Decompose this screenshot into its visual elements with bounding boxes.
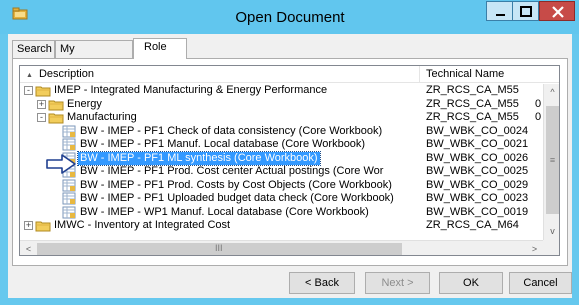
tab-role[interactable]: Role: [133, 38, 187, 59]
horizontal-scrollbar[interactable]: < III >: [20, 240, 543, 255]
minimize-button[interactable]: [486, 1, 513, 21]
row-technical-name: ZR_RCS_CA_M55: [426, 97, 519, 110]
folder-icon: [48, 100, 64, 110]
expand-node-icon[interactable]: +: [37, 99, 46, 109]
sort-ascending-icon: ▲: [26, 72, 33, 79]
dialog-body: Search My Documents Role ▲ Description Te…: [8, 34, 572, 298]
scroll-up-arrow[interactable]: ^: [544, 84, 559, 101]
cancel-button[interactable]: Cancel: [509, 272, 572, 294]
collapse-node-icon[interactable]: -: [24, 86, 33, 95]
tree-row[interactable]: BW - IMEP - PF1 Check of data consistenc…: [20, 125, 543, 138]
row-technical-name: BW_WBK_CO_0024: [426, 124, 529, 137]
row-description: BW - IMEP - PF1 Prod. Costs by Cost Obje…: [80, 178, 392, 191]
scrollbar-corner: [543, 240, 559, 255]
title-bar[interactable]: Open Document: [0, 0, 579, 34]
row-technical-name: BW_WBK_CO_0026: [426, 151, 529, 164]
folder-icon: [35, 221, 51, 232]
tab-search[interactable]: Search: [12, 40, 55, 58]
row-technical-name: ZR_RCS_CA_M55: [426, 111, 519, 123]
row-technical-name: ZR_RCS_CA_M64: [426, 219, 519, 231]
back-button[interactable]: < Back: [289, 272, 355, 294]
row-description: BW - IMEP - PF1 Manuf. Local database (C…: [80, 138, 366, 150]
role-tab-panel: ▲ Description Technical Name - IMEP - Inte…: [12, 58, 568, 266]
row-description: BW - IMEP - PF1 Uploaded budget data che…: [80, 192, 394, 204]
row-technical-name: BW_WBK_CO_0029: [426, 178, 529, 191]
workbook-icon: [62, 206, 76, 218]
row-technical-name: BW_WBK_CO_0023: [426, 192, 529, 204]
row-description: Energy: [67, 97, 102, 110]
row-description: Manufacturing: [67, 111, 137, 123]
expand-node-icon[interactable]: +: [24, 221, 33, 230]
app-icon: [12, 7, 28, 20]
row-technical-name: BW_WBK_CO_0025: [426, 165, 529, 177]
tree-row[interactable]: - Manufacturing ZR_RCS_CA_M55 0: [20, 111, 543, 124]
row-technical-name: BW_WBK_CO_0021: [426, 138, 529, 150]
document-tree-grid: ▲ Description Technical Name - IMEP - Inte…: [19, 65, 560, 256]
workbook-icon: [62, 192, 76, 205]
tree-row[interactable]: BW - IMEP - PF1 ML synthesis (Core Workb…: [20, 150, 543, 166]
tree-rows: - IMEP - Integrated Manufacturing & Energ…: [20, 84, 543, 240]
row-description: BW - IMEP - PF1 Prod. Cost center Actual…: [80, 165, 384, 177]
scroll-right-arrow[interactable]: >: [526, 241, 543, 255]
tree-row[interactable]: BW - IMEP - PF1 Manuf. Local database (C…: [20, 138, 543, 151]
close-icon: [552, 6, 564, 18]
maximize-icon: [520, 6, 532, 17]
open-document-window: Open Document Search My Documents Role: [0, 0, 579, 305]
row-description: IMEP - Integrated Manufacturing & Energy…: [54, 84, 328, 96]
tree-row[interactable]: BW - IMEP - PF1 Uploaded budget data che…: [20, 192, 543, 205]
grid-header: ▲ Description Technical Name: [20, 66, 559, 83]
row-extra-value: 0: [535, 97, 542, 110]
ok-button[interactable]: OK: [439, 272, 503, 294]
workbook-icon: [62, 138, 76, 151]
scroll-down-arrow[interactable]: v: [544, 223, 559, 240]
tree-row[interactable]: BW - IMEP - PF1 Prod. Costs by Cost Obje…: [20, 179, 543, 192]
horizontal-grip-icon: III: [215, 243, 223, 253]
tree-row[interactable]: BW - IMEP - WP1 Manuf. Local database (C…: [20, 206, 543, 219]
vertical-scrollbar[interactable]: ^ ≡ v: [543, 84, 559, 240]
minimize-icon: [496, 14, 505, 16]
tab-my-documents[interactable]: My Documents: [55, 40, 133, 71]
tree-row[interactable]: BW - IMEP - PF1 Prod. Cost center Actual…: [20, 165, 543, 178]
collapse-node-icon[interactable]: -: [37, 113, 46, 122]
column-header-description[interactable]: ▲ Description: [20, 66, 420, 83]
tree-row[interactable]: + Energy ZR_RCS_CA_M55 0: [20, 98, 543, 111]
next-button[interactable]: Next >: [365, 272, 430, 294]
row-description: BW - IMEP - WP1 Manuf. Local database (C…: [80, 205, 369, 218]
annotation-arrow-icon: [46, 154, 76, 174]
row-description: IMWC - Inventory at Integrated Cost: [54, 219, 231, 231]
row-description: BW - IMEP - PF1 ML synthesis (Core Workb…: [77, 150, 321, 166]
row-technical-name: BW_WBK_CO_0019: [426, 205, 529, 218]
column-header-description-label: Description: [38, 68, 94, 80]
workbook-icon: [62, 125, 76, 137]
column-header-technical-name[interactable]: Technical Name: [420, 66, 559, 83]
folder-open-icon: [35, 86, 51, 97]
folder-open-icon: [48, 113, 64, 124]
tree-row[interactable]: + IMWC - Inventory at Integrated Cost ZR_R…: [20, 219, 543, 232]
row-description: BW - IMEP - PF1 Check of data consistenc…: [80, 124, 383, 137]
maximize-button[interactable]: [513, 1, 539, 21]
tree-row[interactable]: - IMEP - Integrated Manufacturing & Energ…: [20, 84, 543, 97]
row-technical-name: ZR_RCS_CA_M55: [426, 84, 519, 96]
window-title: Open Document: [235, 9, 345, 26]
row-extra-value: 0: [535, 111, 542, 123]
close-button[interactable]: [539, 1, 575, 21]
vertical-grip-icon: ≡: [549, 155, 556, 165]
workbook-icon: [62, 179, 76, 191]
scroll-left-arrow[interactable]: <: [20, 241, 37, 255]
